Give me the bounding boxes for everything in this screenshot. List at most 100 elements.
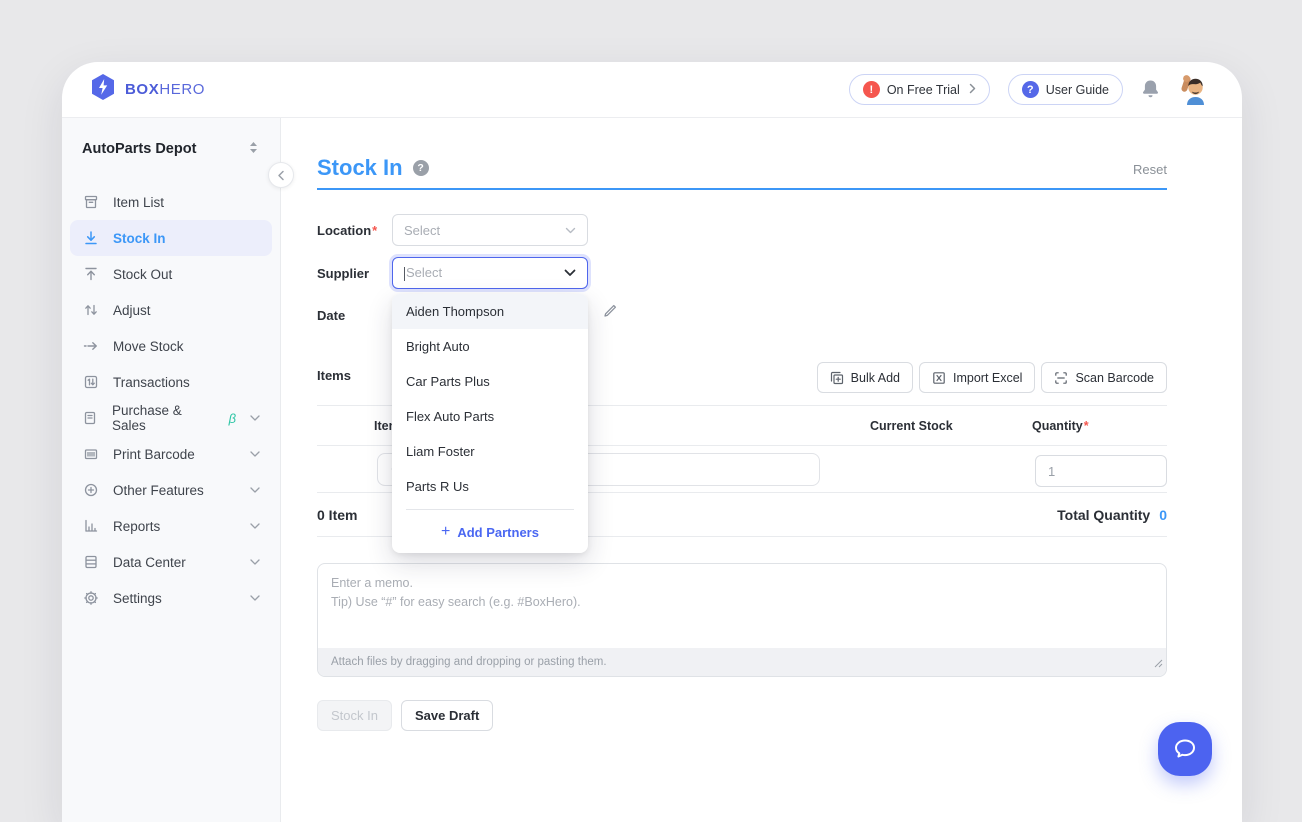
item-count: 0 Item bbox=[317, 507, 357, 523]
chevron-down-icon bbox=[250, 595, 260, 601]
sidebar-item-label: Reports bbox=[113, 519, 160, 534]
on-free-trial-label: On Free Trial bbox=[887, 83, 960, 97]
plus-icon: + bbox=[441, 523, 450, 541]
save-draft-button[interactable]: Save Draft bbox=[401, 700, 493, 731]
document-icon bbox=[82, 410, 98, 426]
resize-handle[interactable] bbox=[1154, 655, 1163, 673]
import-excel-button[interactable]: Import Excel bbox=[919, 362, 1035, 393]
user-guide-label: User Guide bbox=[1046, 83, 1109, 97]
chevron-down-icon bbox=[250, 451, 260, 457]
sidebar-item-label: Adjust bbox=[113, 303, 151, 318]
stock-out-icon bbox=[82, 266, 99, 282]
location-placeholder: Select bbox=[404, 223, 440, 238]
question-icon: ? bbox=[1022, 81, 1039, 98]
scan-barcode-label: Scan Barcode bbox=[1075, 371, 1154, 385]
boxhero-wordmark: BOXHERO bbox=[125, 81, 205, 98]
memo-textarea[interactable]: Enter a memo. Tip) Use “#” for easy sear… bbox=[317, 563, 1167, 677]
date-label: Date bbox=[317, 308, 345, 323]
sidebar-item-label: Item List bbox=[113, 195, 164, 210]
dropdown-divider bbox=[406, 509, 574, 510]
title-underline bbox=[317, 188, 1167, 190]
edit-date-pencil-icon[interactable] bbox=[603, 304, 617, 323]
chevron-down-icon bbox=[250, 559, 260, 565]
supplier-option[interactable]: Liam Foster bbox=[392, 434, 588, 469]
move-arrow-icon bbox=[82, 338, 99, 354]
location-label: Location* bbox=[317, 223, 377, 238]
scan-barcode-button[interactable]: Scan Barcode bbox=[1041, 362, 1167, 393]
sidebar-item-transactions[interactable]: Transactions bbox=[70, 364, 272, 400]
sidebar-item-other-features[interactable]: Other Features bbox=[70, 472, 272, 508]
bulk-add-button[interactable]: Bulk Add bbox=[817, 362, 913, 393]
sidebar-item-purchase-sales[interactable]: Purchase & Sales β bbox=[70, 400, 272, 436]
total-quantity: Total Quantity 0 bbox=[1057, 507, 1167, 523]
stock-in-page: Stock In ? Reset Location* Select Suppli… bbox=[281, 118, 1242, 822]
sidebar-item-reports[interactable]: Reports bbox=[70, 508, 272, 544]
workspace-name: AutoParts Depot bbox=[82, 141, 196, 157]
page-title: Stock In ? bbox=[317, 155, 429, 181]
adjust-arrows-icon bbox=[82, 302, 99, 318]
notification-bell-icon[interactable] bbox=[1141, 79, 1160, 100]
help-icon[interactable]: ? bbox=[413, 160, 429, 176]
workspace-switcher[interactable]: AutoParts Depot bbox=[62, 138, 280, 160]
chevron-down-icon bbox=[565, 227, 576, 234]
sidebar-item-stock-in[interactable]: Stock In bbox=[70, 220, 272, 256]
chevron-down-icon bbox=[250, 487, 260, 493]
location-select[interactable]: Select bbox=[392, 214, 588, 246]
supplier-option[interactable]: Car Parts Plus bbox=[392, 364, 588, 399]
attach-files-dropzone[interactable]: Attach files by dragging and dropping or… bbox=[318, 648, 1166, 676]
scan-frame-icon bbox=[1054, 371, 1068, 385]
package-icon bbox=[82, 194, 99, 210]
chat-launcher-button[interactable] bbox=[1158, 722, 1212, 776]
barcode-icon bbox=[82, 446, 99, 462]
sidebar-collapse-button[interactable] bbox=[268, 162, 294, 188]
supplier-select[interactable]: Select bbox=[392, 257, 588, 289]
sidebar-item-data-center[interactable]: Data Center bbox=[70, 544, 272, 580]
bar-chart-icon bbox=[82, 518, 99, 534]
sidebar-item-print-barcode[interactable]: Print Barcode bbox=[70, 436, 272, 472]
sidebar-item-label: Other Features bbox=[113, 483, 204, 498]
sidebar: AutoParts Depot Item List bbox=[62, 118, 281, 822]
stock-in-icon bbox=[82, 230, 99, 246]
on-free-trial-button[interactable]: ! On Free Trial bbox=[849, 74, 990, 105]
trial-alert-icon: ! bbox=[863, 81, 880, 98]
add-partners-button[interactable]: + Add Partners bbox=[392, 514, 588, 550]
sort-arrows-icon bbox=[249, 141, 258, 158]
excel-icon bbox=[932, 371, 946, 385]
import-excel-label: Import Excel bbox=[953, 371, 1022, 385]
user-guide-button[interactable]: ? User Guide bbox=[1008, 74, 1123, 105]
supplier-option[interactable]: Flex Auto Parts bbox=[392, 399, 588, 434]
sidebar-item-label: Stock In bbox=[113, 231, 166, 246]
chevron-down-icon bbox=[564, 269, 576, 277]
sidebar-item-settings[interactable]: Settings bbox=[70, 580, 272, 616]
text-caret bbox=[404, 267, 405, 281]
memo-placeholder: Enter a memo. Tip) Use “#” for easy sear… bbox=[318, 564, 1166, 622]
sidebar-item-label: Transactions bbox=[113, 375, 190, 390]
add-partners-label: Add Partners bbox=[457, 525, 539, 540]
transactions-icon bbox=[82, 374, 99, 390]
plus-circle-icon bbox=[82, 482, 99, 498]
sidebar-item-label: Purchase & Sales bbox=[112, 403, 208, 433]
attach-hint: Attach files by dragging and dropping or… bbox=[331, 656, 607, 668]
sidebar-item-label: Settings bbox=[113, 591, 162, 606]
supplier-option[interactable]: Bright Auto bbox=[392, 329, 588, 364]
app-window: BOXHERO ! On Free Trial ? User Guide bbox=[62, 62, 1242, 822]
sidebar-item-adjust[interactable]: Adjust bbox=[70, 292, 272, 328]
stock-in-submit-button[interactable]: Stock In bbox=[317, 700, 392, 731]
supplier-dropdown: Aiden Thompson Bright Auto Car Parts Plu… bbox=[392, 294, 588, 553]
boxhero-logo[interactable]: BOXHERO bbox=[90, 73, 205, 106]
sidebar-item-item-list[interactable]: Item List bbox=[70, 184, 272, 220]
supplier-option[interactable]: Aiden Thompson bbox=[392, 294, 588, 329]
copy-plus-icon bbox=[830, 371, 844, 385]
total-quantity-value: 0 bbox=[1159, 507, 1167, 523]
beta-badge: β bbox=[229, 411, 236, 426]
supplier-label: Supplier bbox=[317, 266, 369, 281]
user-avatar[interactable] bbox=[1178, 74, 1212, 106]
supplier-placeholder: Select bbox=[406, 265, 442, 280]
sidebar-item-move-stock[interactable]: Move Stock bbox=[70, 328, 272, 364]
quantity-input[interactable] bbox=[1035, 455, 1167, 487]
sidebar-item-label: Move Stock bbox=[113, 339, 184, 354]
chevron-right-icon bbox=[969, 83, 976, 97]
supplier-option[interactable]: Parts R Us bbox=[392, 469, 588, 504]
reset-button[interactable]: Reset bbox=[1133, 162, 1167, 177]
sidebar-item-stock-out[interactable]: Stock Out bbox=[70, 256, 272, 292]
